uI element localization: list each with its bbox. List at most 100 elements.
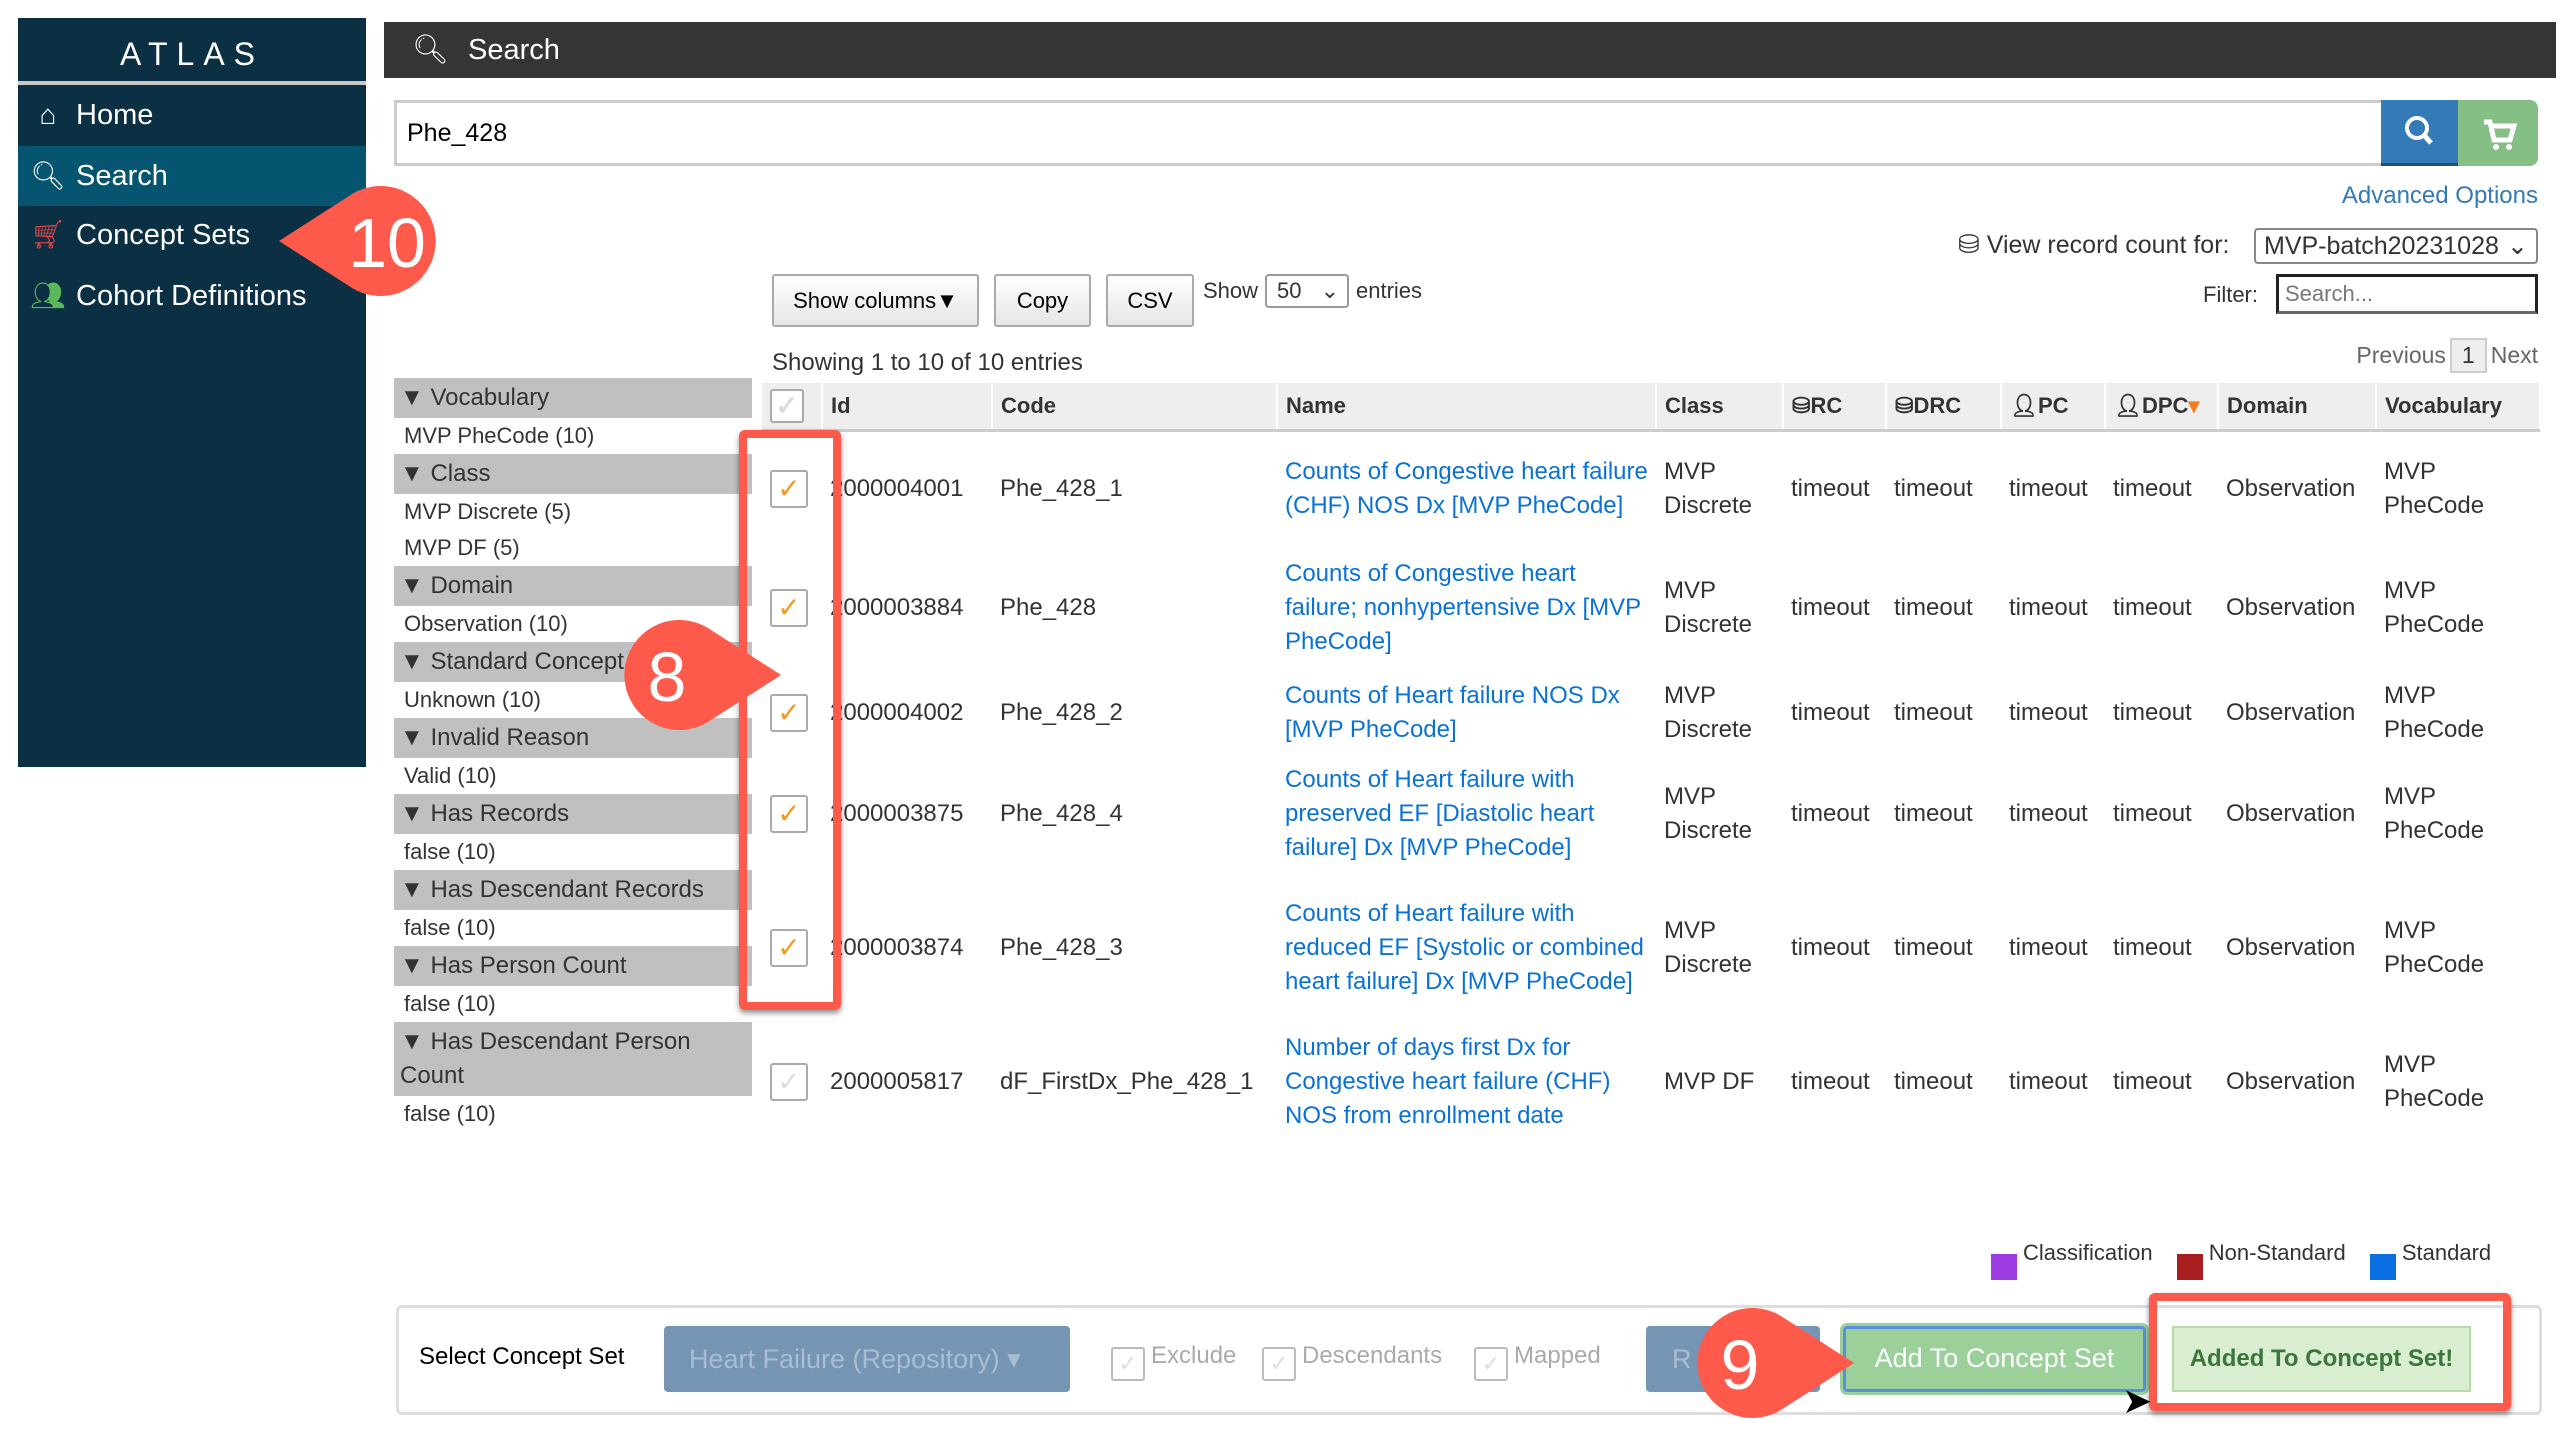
cell-name[interactable]: Counts of Heart failure with preserved E…: [1277, 757, 1656, 871]
record-count-source-select[interactable]: MVP-batch20231028 ⌄: [2254, 228, 2538, 264]
facet-header[interactable]: ▼ Has Person Count: [394, 946, 752, 986]
next-button[interactable]: Next: [2491, 342, 2538, 369]
descendants-checkbox[interactable]: ✓ Descendants: [1262, 1342, 1442, 1381]
cell-name[interactable]: Counts of Heart failure NOS Dx [MVP PheC…: [1277, 669, 1656, 757]
table-row: ✓ 2000003874 Phe_428_3 Counts of Heart fail…: [762, 871, 2540, 1024]
search-input[interactable]: Phe_428: [394, 100, 2381, 166]
column-header[interactable]: ⛁DRC: [1886, 383, 2002, 432]
marker-number: 9: [1721, 1326, 1760, 1404]
row-checkbox[interactable]: ✓: [770, 1063, 808, 1101]
filter-icon: ▼: [400, 724, 424, 751]
users-icon: 👥︎: [30, 280, 66, 311]
filter-label: Filter:: [2203, 282, 2258, 307]
table-row: ✓ 2000005817 dF_FirstDx_Phe_428_1 Number of…: [762, 1024, 2540, 1134]
checkbox[interactable]: ✓: [1111, 1347, 1145, 1381]
copy-button[interactable]: Copy: [994, 274, 1091, 327]
cell-rc: timeout: [1791, 475, 1870, 503]
facet-header[interactable]: ▼ Has Records: [394, 794, 752, 834]
cell-name[interactable]: Number of days first Dx for Congestive h…: [1277, 1024, 1656, 1134]
filter-input[interactable]: Search...: [2276, 274, 2538, 314]
column-header[interactable]: Id: [822, 383, 993, 432]
cell-name[interactable]: Counts of Heart failure with reduced EF …: [1277, 871, 1656, 1024]
table-header-row: ✓ Id Code Name Class ⛁RC ⛁DRC 👤︎PC 👤︎DPC▾ Domain V…: [762, 383, 2540, 432]
cell-class: MVP DF: [1664, 1068, 1755, 1095]
column-label: DRC: [1913, 392, 1962, 418]
record-count-label: ⛁ View record count for:: [1958, 229, 2229, 260]
page-length-select[interactable]: 50 ⌄: [1265, 274, 1349, 308]
cell-class: MVP Discrete: [1664, 682, 1753, 743]
advanced-options-link[interactable]: Advanced Options: [2342, 182, 2538, 210]
select-all-checkbox[interactable]: ✓: [770, 388, 804, 423]
facet-header[interactable]: ▼ Vocabulary: [394, 378, 752, 418]
facet-item[interactable]: false (10): [394, 834, 752, 870]
add-to-concept-set-button[interactable]: Add To Concept Set: [1840, 1323, 2149, 1395]
csv-button[interactable]: CSV: [1106, 274, 1194, 327]
legend-item-standard: Standard: [2369, 1240, 2491, 1280]
facet-panel: ▼ Vocabulary MVP PheCode (10) ▼ Class MVP D…: [394, 378, 752, 1134]
legend-swatch: [1991, 1254, 2017, 1280]
column-header[interactable]: Vocabulary: [2376, 383, 2540, 432]
facet-title: Class: [430, 460, 491, 487]
facet-header[interactable]: ▼ Has Descendant Records: [394, 870, 752, 910]
table-info: Showing 1 to 10 of 10 entries: [772, 349, 1083, 376]
facet-title: Has Records: [430, 800, 570, 827]
facet-item[interactable]: MVP Discrete (5): [394, 494, 752, 530]
exclude-checkbox[interactable]: ✓ Exclude: [1111, 1342, 1236, 1381]
facet-header[interactable]: ▼ Domain: [394, 566, 752, 606]
cell-vocabulary: MVP PheCode: [2384, 682, 2485, 743]
cell-pc: timeout: [2009, 699, 2088, 726]
select-all-header[interactable]: ✓: [762, 383, 823, 432]
cell-id: 2000004001: [830, 475, 964, 503]
column-header[interactable]: ⛁RC: [1783, 383, 1887, 432]
facet-item[interactable]: false (10): [394, 1096, 752, 1132]
page-1-button[interactable]: 1: [2449, 338, 2487, 373]
table-row: ✓ 2000004001 Phe_428_1 Counts of Congestive…: [762, 430, 2540, 547]
search-icon: [2405, 116, 2433, 145]
cart-icon: [2484, 119, 2518, 150]
shopping-cart-button[interactable]: [2458, 100, 2538, 166]
facet-title: Has Descendant Person Count: [400, 1028, 691, 1089]
concept-set-dropdown[interactable]: Heart Failure (Repository) ▾: [664, 1326, 1070, 1392]
mapped-label: Mapped: [1514, 1342, 1601, 1369]
facet-header[interactable]: ▼ Has Descendant Person Count: [394, 1022, 752, 1096]
cell-class: MVP Discrete: [1664, 577, 1753, 638]
facet-item[interactable]: false (10): [394, 986, 752, 1022]
atlas-logo[interactable]: ATLAS: [18, 18, 366, 85]
facet-item[interactable]: Valid (10): [394, 758, 752, 794]
facet-item[interactable]: false (10): [394, 910, 752, 946]
highlight-box-added: [2149, 1293, 2511, 1411]
results-table: ✓ Id Code Name Class ⛁RC ⛁DRC 👤︎PC 👤︎DPC▾ Domain V…: [762, 383, 2540, 1134]
sort-desc-icon: ▾: [2188, 392, 2200, 418]
previous-button[interactable]: Previous: [2356, 342, 2445, 369]
column-header[interactable]: Name: [1277, 383, 1657, 432]
facet-item[interactable]: MVP DF (5): [394, 530, 752, 566]
sidebar-item-label: Home: [76, 99, 154, 131]
column-header[interactable]: Class: [1656, 383, 1784, 432]
column-header[interactable]: 👤︎DPC▾: [2105, 383, 2219, 432]
cell-drc: timeout: [1894, 800, 1973, 827]
column-header[interactable]: Code: [992, 383, 1278, 432]
legend-item-non-standard: Non-Standard: [2176, 1240, 2346, 1280]
mapped-checkbox[interactable]: ✓ Mapped: [1474, 1342, 1601, 1381]
show-columns-button[interactable]: Show columns▼: [772, 274, 979, 327]
sidebar-item-home[interactable]: ⌂ Home: [18, 85, 366, 145]
row-select-cell: ✓: [762, 1024, 822, 1134]
checkbox[interactable]: ✓: [1262, 1347, 1296, 1381]
facet-item[interactable]: MVP PheCode (10): [394, 418, 752, 454]
cell-name[interactable]: Counts of Congestive heart failure; nonh…: [1277, 547, 1656, 669]
filter-icon: ▼: [400, 876, 424, 903]
search-button[interactable]: [2381, 100, 2458, 166]
column-header[interactable]: 👤︎PC: [2001, 383, 2106, 432]
cell-id: 2000003875: [830, 800, 964, 827]
cell-name[interactable]: Counts of Congestive heart failure (CHF)…: [1277, 430, 1656, 547]
column-header[interactable]: Domain: [2218, 383, 2377, 432]
entries-label: entries: [1356, 278, 1423, 303]
filter-icon: ▼: [400, 384, 424, 411]
facet-header[interactable]: ▼ Class: [394, 454, 752, 494]
checkbox[interactable]: ✓: [1474, 1347, 1508, 1381]
cell-drc: timeout: [1894, 699, 1973, 726]
cell-drc: timeout: [1894, 1068, 1973, 1095]
cell-rc: timeout: [1791, 800, 1870, 827]
chevron-down-icon: ⌄: [2507, 232, 2528, 260]
step-9-marker: 9: [1697, 1308, 1854, 1418]
